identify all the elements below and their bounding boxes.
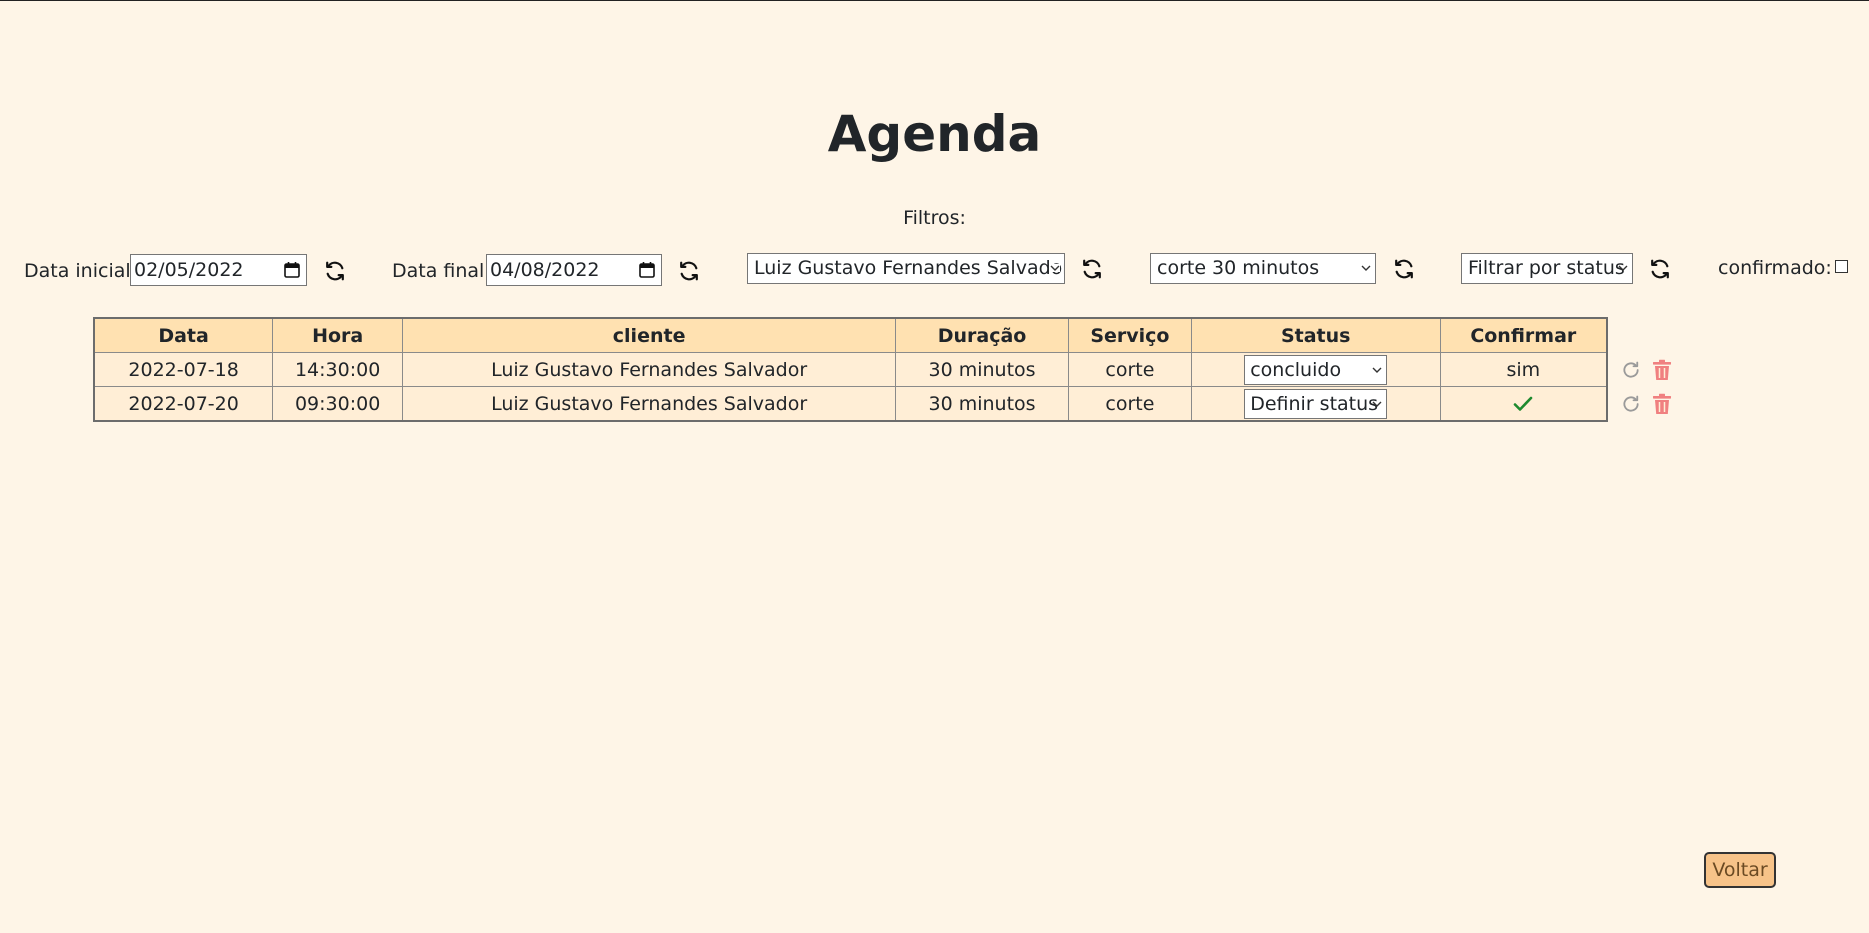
confirmed-filter: confirmado:: [1718, 256, 1848, 280]
start-date-label: Data inicial:: [24, 260, 138, 282]
cell-cliente: Luiz Gustavo Fernandes Salvador: [402, 386, 897, 422]
cell-hora: 09:30:00: [272, 386, 404, 422]
check-icon[interactable]: [1513, 396, 1533, 412]
confirmed-checkbox[interactable]: [1834, 260, 1848, 273]
filters-label: Filtros:: [903, 207, 966, 229]
status-select[interactable]: concluido: [1244, 354, 1388, 385]
cell-hora: 14:30:00: [272, 352, 404, 387]
refresh-start-date-icon[interactable]: [324, 260, 346, 282]
page-title: Agenda: [827, 105, 1042, 163]
chevron-down-icon: [1618, 265, 1628, 271]
delete-row-icon[interactable]: [1652, 359, 1672, 381]
column-header-confirmar: Confirmar: [1439, 317, 1608, 353]
cell-confirmar: sim: [1439, 352, 1608, 387]
reload-row-icon[interactable]: [1621, 394, 1641, 414]
cell-confirmar: [1439, 386, 1608, 422]
column-header-data: Data: [93, 317, 274, 353]
end-date-value: 04/08/2022: [490, 259, 600, 281]
end-date-input[interactable]: 04/08/2022: [486, 254, 662, 286]
client-select-value: Luiz Gustavo Fernandes Salvador: [754, 257, 1065, 279]
reload-row-icon[interactable]: [1621, 360, 1641, 380]
column-header-status: Status: [1190, 317, 1441, 353]
cell-duracao: 30 minutos: [895, 386, 1069, 422]
cell-status: Definir status: [1190, 386, 1441, 422]
service-select[interactable]: corte 30 minutos: [1150, 253, 1376, 284]
cell-servico: corte: [1067, 386, 1192, 422]
agenda-table: Data Hora cliente Duração Serviço Status…: [93, 317, 1608, 422]
table-header-row: Data Hora cliente Duração Serviço Status…: [93, 317, 1608, 353]
chevron-down-icon: [1050, 264, 1060, 272]
refresh-status-icon[interactable]: [1649, 258, 1671, 280]
status-select[interactable]: Definir status: [1244, 388, 1388, 419]
status-select-value: concluido: [1250, 358, 1342, 381]
start-date-value: 02/05/2022: [134, 259, 244, 281]
column-header-hora: Hora: [272, 317, 404, 353]
cell-data: 2022-07-18: [93, 352, 274, 387]
table-row: 2022-07-20 09:30:00 Luiz Gustavo Fernand…: [93, 386, 1608, 422]
column-header-servico: Serviço: [1067, 317, 1192, 353]
cell-data: 2022-07-20: [93, 386, 274, 422]
refresh-client-icon[interactable]: [1081, 258, 1103, 280]
calendar-icon[interactable]: [283, 261, 301, 279]
calendar-icon[interactable]: [638, 261, 656, 279]
end-date-label: Data final:: [392, 260, 491, 282]
delete-row-icon[interactable]: [1652, 393, 1672, 415]
table-row: 2022-07-18 14:30:00 Luiz Gustavo Fernand…: [93, 352, 1608, 387]
client-select[interactable]: Luiz Gustavo Fernandes Salvador: [747, 253, 1065, 284]
refresh-end-date-icon[interactable]: [678, 260, 700, 282]
status-select-value: Definir status: [1250, 392, 1379, 415]
chevron-down-icon: [1361, 265, 1371, 271]
cell-status: concluido: [1190, 352, 1441, 387]
confirmed-label: confirmado:: [1718, 257, 1832, 279]
column-header-cliente: cliente: [402, 317, 897, 353]
cell-servico: corte: [1067, 352, 1192, 387]
column-header-duracao: Duração: [895, 317, 1069, 353]
status-filter-value: Filtrar por status: [1468, 257, 1625, 279]
refresh-service-icon[interactable]: [1393, 258, 1415, 280]
cell-cliente: Luiz Gustavo Fernandes Salvador: [402, 352, 897, 387]
status-filter-select[interactable]: Filtrar por status: [1461, 253, 1633, 284]
start-date-input[interactable]: 02/05/2022: [130, 254, 307, 286]
back-button[interactable]: Voltar: [1704, 852, 1776, 888]
cell-duracao: 30 minutos: [895, 352, 1069, 387]
service-select-value: corte 30 minutos: [1157, 257, 1320, 279]
chevron-down-icon: [1372, 401, 1382, 407]
chevron-down-icon: [1372, 367, 1382, 373]
